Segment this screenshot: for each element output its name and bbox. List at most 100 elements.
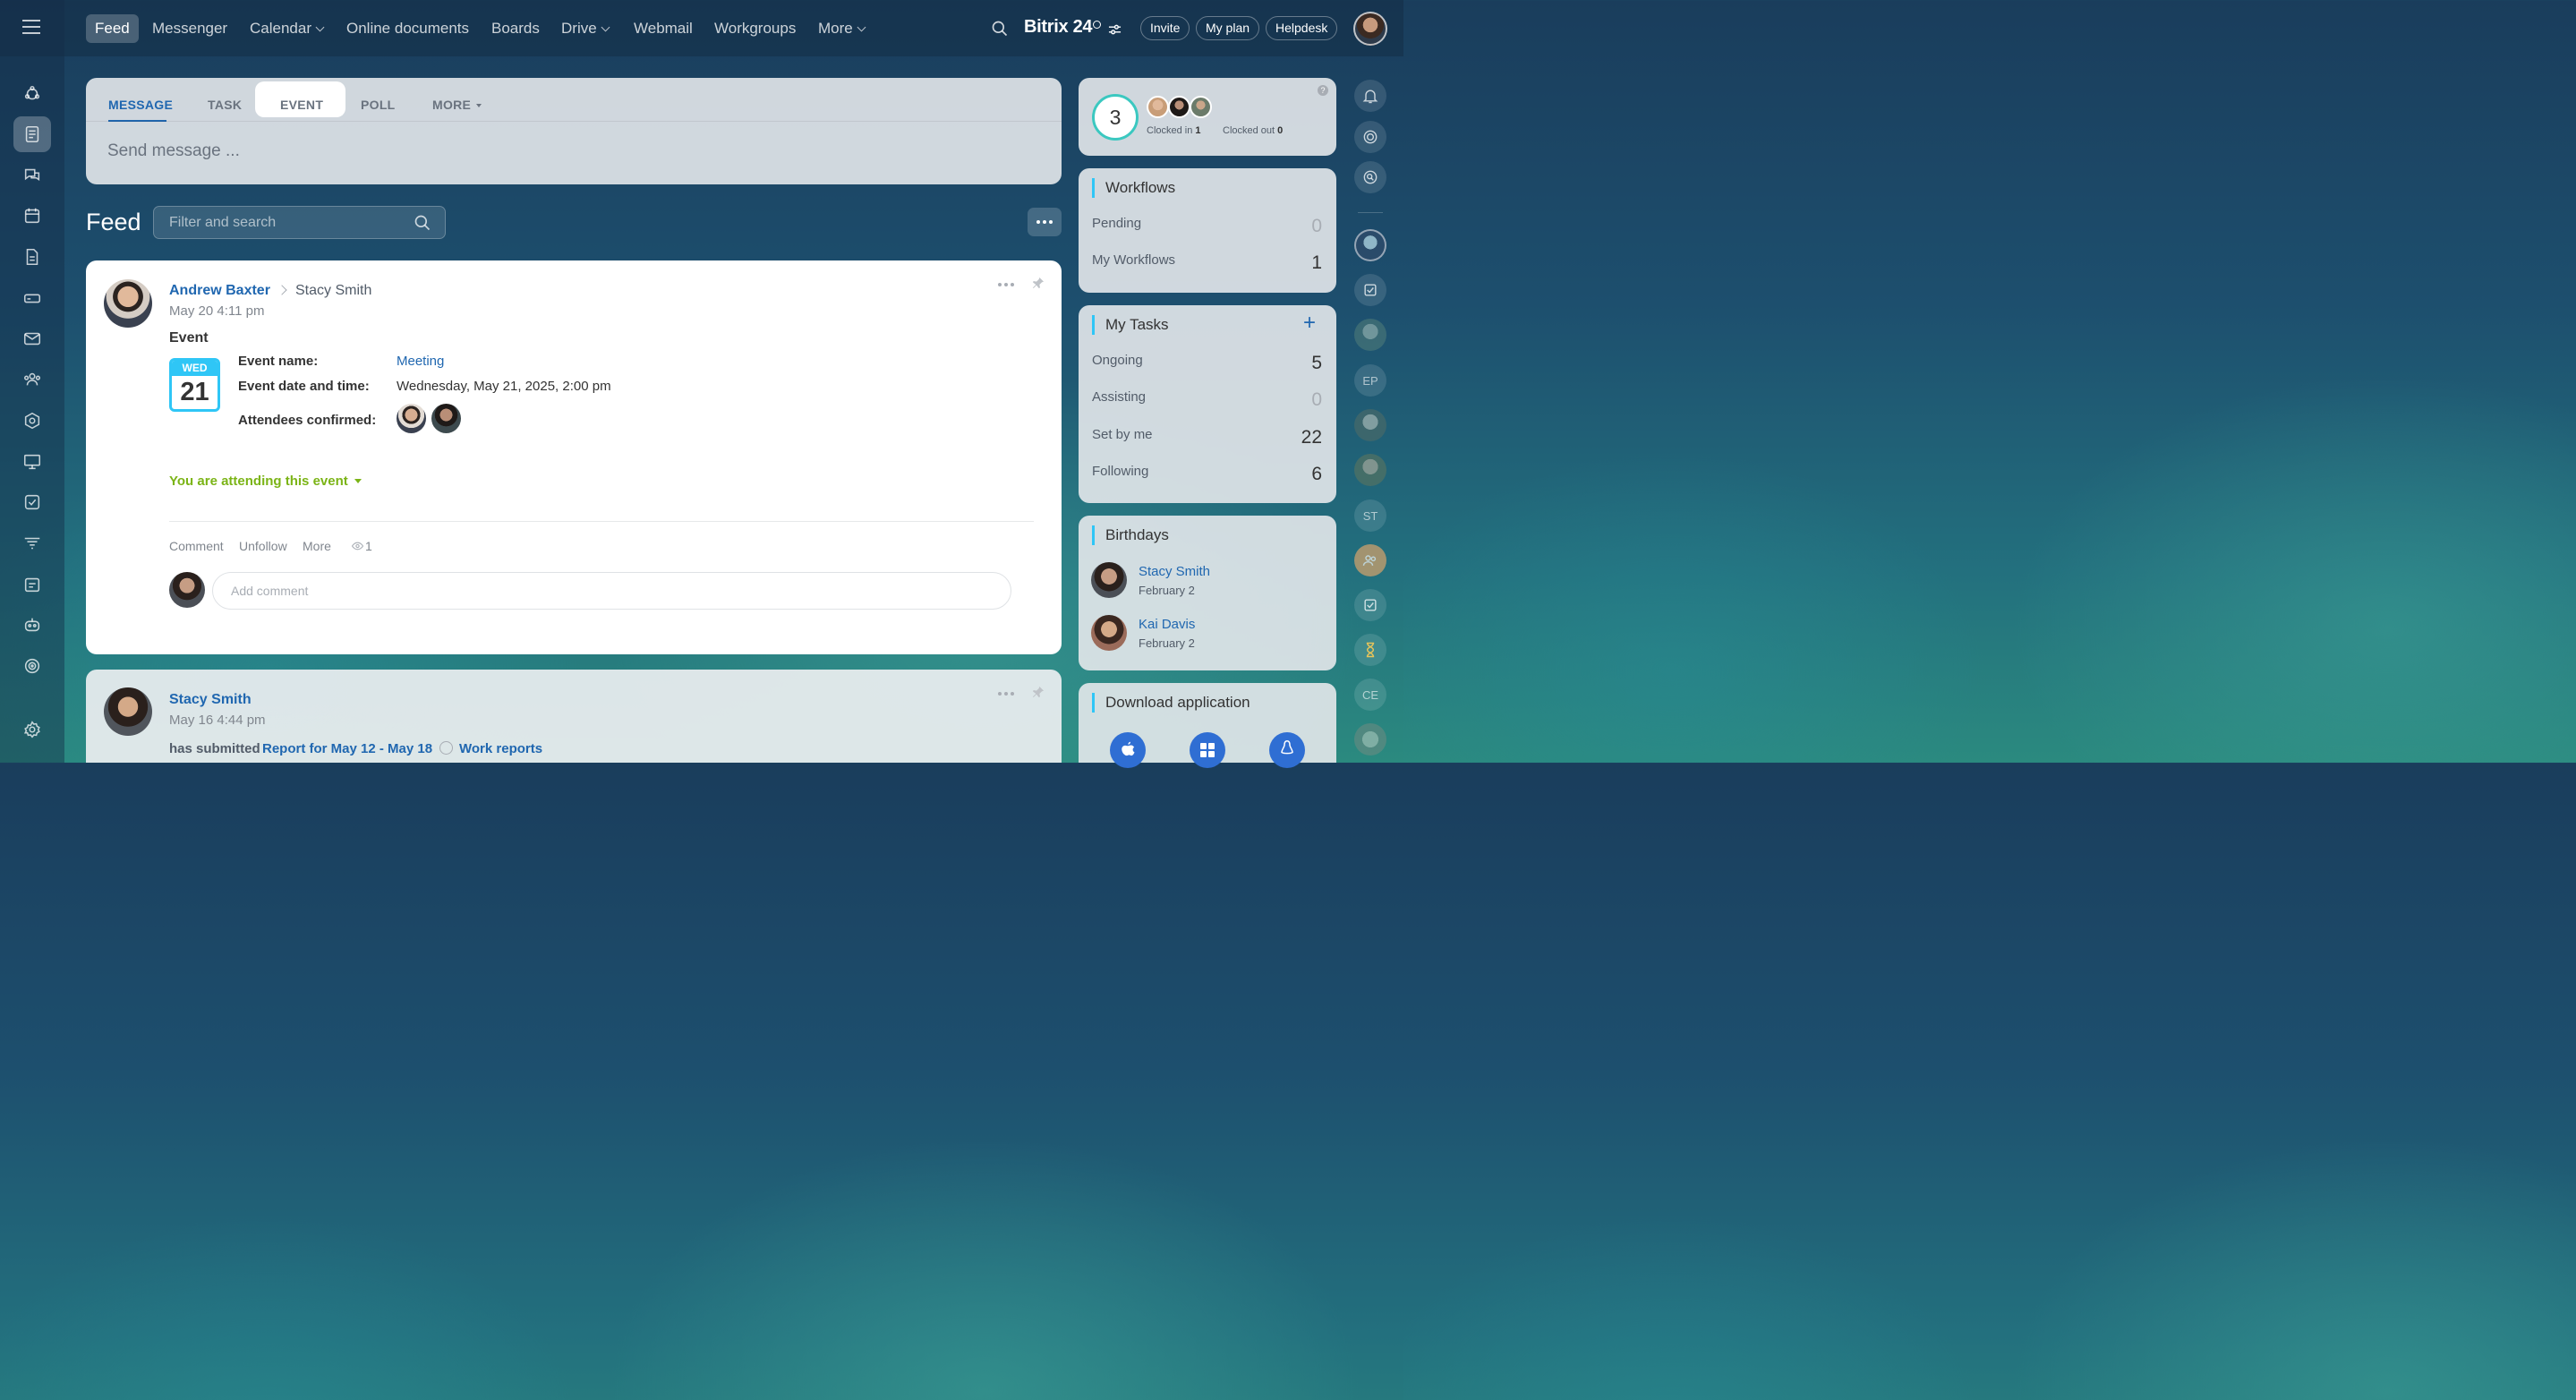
tab-task[interactable]: TASK bbox=[208, 98, 242, 112]
attendee-avatar[interactable] bbox=[431, 404, 461, 433]
contact-avatar[interactable] bbox=[1354, 454, 1386, 486]
search-icon[interactable] bbox=[414, 214, 431, 232]
post-recipient[interactable]: Stacy Smith bbox=[295, 283, 371, 299]
tasks-icon[interactable] bbox=[13, 484, 51, 520]
birthday-name[interactable]: Kai Davis bbox=[1139, 617, 1195, 632]
windows-icon[interactable] bbox=[1190, 732, 1225, 768]
contact-avatar[interactable] bbox=[1354, 229, 1386, 261]
tasks-title[interactable]: My Tasks bbox=[1092, 315, 1169, 335]
post-menu-icon[interactable] bbox=[998, 692, 1014, 696]
robot-icon[interactable] bbox=[13, 607, 51, 643]
birthdays-title[interactable]: Birthdays bbox=[1092, 525, 1169, 545]
search-icon[interactable] bbox=[991, 20, 1009, 42]
feed-search-input[interactable]: Filter and search bbox=[153, 206, 446, 239]
nav-calendar[interactable]: Calendar bbox=[241, 14, 332, 43]
copilot-icon[interactable] bbox=[1354, 121, 1386, 153]
contact-initials-ce[interactable]: CE bbox=[1354, 679, 1386, 711]
post-time[interactable]: May 20 4:11 pm bbox=[169, 303, 264, 319]
tab-more[interactable]: MORE bbox=[432, 98, 482, 112]
contact-initials-ep[interactable]: EP bbox=[1354, 364, 1386, 397]
helpdesk-button[interactable]: Helpdesk bbox=[1266, 16, 1338, 40]
task-row-ongoing[interactable]: Ongoing 5 bbox=[1092, 353, 1322, 374]
report-link[interactable]: Report for May 12 - May 18 bbox=[262, 741, 432, 756]
my-plan-button[interactable]: My plan bbox=[1196, 16, 1260, 40]
apple-icon[interactable] bbox=[1110, 732, 1146, 768]
search-chat-icon[interactable] bbox=[1354, 161, 1386, 193]
tab-message[interactable]: MESSAGE bbox=[108, 98, 173, 112]
workflows-title[interactable]: Workflows bbox=[1092, 178, 1175, 198]
task-row-assisting[interactable]: Assisting 0 bbox=[1092, 389, 1322, 411]
task-chat-icon[interactable] bbox=[1354, 274, 1386, 306]
nav-feed[interactable]: Feed bbox=[86, 14, 139, 43]
target-icon[interactable] bbox=[13, 648, 51, 684]
attendee-avatar[interactable] bbox=[397, 404, 426, 433]
post-author[interactable]: Stacy Smith bbox=[169, 692, 252, 708]
download-title[interactable]: Download application bbox=[1092, 693, 1250, 713]
message-input[interactable]: Send message ... bbox=[107, 141, 240, 161]
unfollow-link[interactable]: Unfollow bbox=[239, 539, 287, 553]
feed-options-button[interactable] bbox=[1028, 208, 1062, 236]
group-chat-icon[interactable] bbox=[1354, 544, 1386, 576]
mail-icon[interactable] bbox=[13, 320, 51, 356]
task-row-set-by-me[interactable]: Set by me 22 bbox=[1092, 427, 1322, 448]
invite-button[interactable]: Invite bbox=[1140, 16, 1190, 40]
comment-link[interactable]: Comment bbox=[169, 539, 224, 553]
contact-avatar[interactable] bbox=[1354, 409, 1386, 441]
crm-icon[interactable] bbox=[13, 76, 51, 112]
attending-status-dropdown[interactable]: You are attending this event bbox=[169, 474, 362, 489]
timeman-widget[interactable]: 3 Clocked in 1 Clocked out 0 ? bbox=[1079, 78, 1336, 156]
author-avatar[interactable] bbox=[104, 687, 152, 736]
notifications-icon[interactable] bbox=[1354, 80, 1386, 112]
eye-icon bbox=[352, 542, 363, 551]
nav-messenger[interactable]: Messenger bbox=[143, 14, 236, 43]
tab-poll[interactable]: POLL bbox=[361, 98, 396, 112]
presentation-icon[interactable] bbox=[13, 444, 51, 480]
linux-icon[interactable] bbox=[1269, 732, 1305, 768]
nav-workgroups[interactable]: Workgroups bbox=[705, 14, 805, 43]
work-reports-link[interactable]: Work reports bbox=[459, 741, 542, 756]
nav-more[interactable]: More bbox=[809, 14, 874, 43]
author-avatar[interactable] bbox=[104, 279, 152, 328]
birthday-name[interactable]: Stacy Smith bbox=[1139, 564, 1210, 579]
menu-icon[interactable] bbox=[22, 20, 40, 36]
add-comment-input[interactable]: Add comment bbox=[212, 572, 1011, 610]
birthday-avatar[interactable] bbox=[1091, 562, 1127, 598]
more-link[interactable]: More bbox=[303, 539, 331, 553]
workflow-row-mine[interactable]: My Workflows 1 bbox=[1092, 252, 1322, 274]
birthday-avatar[interactable] bbox=[1091, 615, 1127, 651]
workgroups-icon[interactable] bbox=[13, 362, 51, 397]
nav-webmail[interactable]: Webmail bbox=[625, 14, 702, 43]
post-author[interactable]: Andrew Baxter bbox=[169, 283, 270, 299]
nav-online-documents[interactable]: Online documents bbox=[337, 14, 478, 43]
pin-icon[interactable] bbox=[1031, 685, 1045, 699]
hexagon-icon[interactable] bbox=[13, 403, 51, 439]
contact-avatar[interactable] bbox=[1354, 319, 1386, 351]
hourglass-icon[interactable] bbox=[1354, 634, 1386, 666]
settings-icon[interactable] bbox=[13, 712, 51, 747]
nav-drive[interactable]: Drive bbox=[552, 14, 618, 43]
add-task-icon[interactable]: + bbox=[1303, 312, 1316, 334]
post-divider bbox=[169, 521, 1034, 522]
calendar-icon[interactable] bbox=[13, 198, 51, 234]
workflow-row-pending[interactable]: Pending 0 bbox=[1092, 216, 1322, 237]
pin-icon[interactable] bbox=[1031, 276, 1045, 290]
user-avatar[interactable] bbox=[1353, 12, 1387, 46]
task-row-following[interactable]: Following 6 bbox=[1092, 464, 1322, 485]
contact-initials-st[interactable]: ST bbox=[1354, 499, 1386, 532]
schedule-icon[interactable] bbox=[13, 567, 51, 602]
post-time[interactable]: May 16 4:44 pm bbox=[169, 713, 266, 728]
help-icon[interactable]: ? bbox=[1318, 85, 1328, 96]
drive-icon[interactable] bbox=[13, 280, 51, 316]
feed-icon[interactable] bbox=[13, 116, 51, 152]
tab-event[interactable]: EVENT bbox=[280, 98, 323, 112]
event-name-link[interactable]: Meeting bbox=[397, 354, 444, 369]
document-icon[interactable] bbox=[13, 239, 51, 275]
contact-avatar[interactable] bbox=[1354, 723, 1386, 755]
post-menu-icon[interactable] bbox=[998, 283, 1014, 286]
nav-boards[interactable]: Boards bbox=[482, 14, 549, 43]
chat-icon[interactable] bbox=[13, 158, 51, 193]
filter-settings-icon[interactable] bbox=[1108, 23, 1122, 40]
task-chat-icon[interactable] bbox=[1354, 589, 1386, 621]
funnel-icon[interactable] bbox=[13, 525, 51, 561]
brand-logo[interactable]: Bitrix 24 bbox=[1024, 17, 1093, 38]
